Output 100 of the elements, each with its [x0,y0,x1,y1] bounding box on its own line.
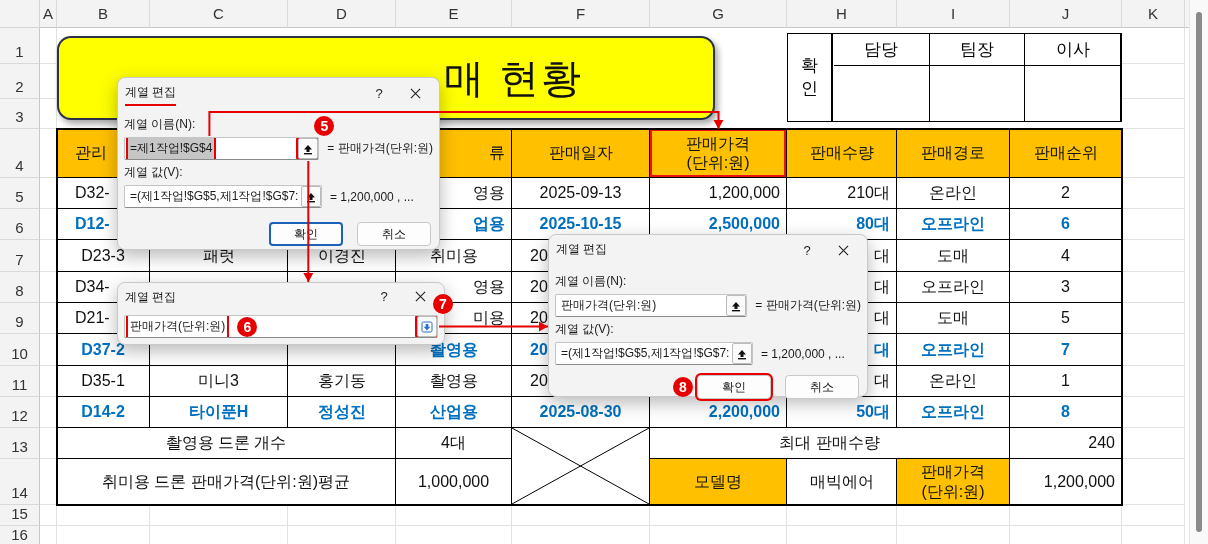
table-cell: D14-2 [57,397,150,428]
table-cell: 산업용 [396,397,512,428]
collapse-button[interactable] [301,186,321,207]
input-field[interactable]: =제1작업!$G$4 [124,137,320,160]
row-header[interactable]: 7 [0,240,40,272]
sheet-cell[interactable] [1122,366,1185,397]
table-cell: 2,200,000 [650,397,787,428]
column-header[interactable]: F [512,0,650,28]
sheet-cell[interactable] [1122,505,1185,526]
table-cell: 4대 [396,428,512,459]
column-header[interactable]: J [1010,0,1122,28]
input-field[interactable]: 판매가격(단위:원) [555,294,748,317]
column-header[interactable]: H [787,0,897,28]
table-cell: 판매가격 (단위:원) [897,459,1010,505]
sheet-cell[interactable] [787,505,897,526]
expand-button[interactable] [417,316,437,337]
column-header[interactable]: B [57,0,150,28]
sheet-cell[interactable] [1122,334,1185,366]
approval-label: 확인 [788,34,833,121]
sheet-cell[interactable] [1122,240,1185,272]
row-header[interactable]: 8 [0,272,40,303]
row-header[interactable]: 2 [0,64,40,99]
row-header[interactable]: 16 [0,526,40,544]
sheet-cell[interactable] [1122,303,1185,334]
dialog-title: 계열 편집 [556,241,609,258]
row-header[interactable]: 12 [0,397,40,428]
table-cell: 온라인 [897,366,1010,397]
sheet-cell[interactable] [150,505,288,526]
sheet-cell[interactable] [897,505,1010,526]
table-cell: 온라인 [897,178,1010,209]
row-header[interactable]: 15 [0,505,40,526]
column-header[interactable]: K [1122,0,1185,28]
collapse-button[interactable] [732,343,752,364]
sheet-cell[interactable] [1122,272,1185,303]
dialog-button[interactable]: 취소 [357,222,431,246]
table-cell: 촬영용 [396,366,512,397]
column-header[interactable]: A [40,0,57,28]
approval-role: 담당 [834,34,930,66]
row-header[interactable]: 11 [0,366,40,397]
sheet-cell[interactable] [1122,209,1185,240]
sheet-cell[interactable] [57,505,150,526]
collapse-button[interactable] [726,295,747,316]
sheet-cell[interactable] [40,505,57,526]
row-header[interactable]: 13 [0,428,40,459]
dialog-button[interactable]: 확인 [697,375,771,399]
sheet-cell[interactable] [650,505,787,526]
sheet-cell[interactable] [288,505,396,526]
sheet-cell[interactable] [512,505,650,526]
column-heading: 판매일자 [512,129,650,178]
sheet-cell[interactable] [1010,505,1122,526]
column-header[interactable]: E [396,0,512,28]
sheet-cell[interactable] [396,505,512,526]
row-header[interactable]: 9 [0,303,40,334]
table-cell: 오프라인 [897,334,1010,366]
sheet-cell[interactable] [1122,129,1185,178]
sheet-cell[interactable] [1122,397,1185,428]
table-cell: 오프라인 [897,209,1010,240]
sheet-cell[interactable] [1122,178,1185,209]
field-label: 계열 이름(N): [555,274,627,288]
table-cell: D35-1 [57,366,150,397]
dialog-title: 계열 편집 [125,82,177,106]
help-button[interactable]: ? [359,85,399,101]
dialog-button[interactable]: 취소 [785,375,859,399]
table-cell: 모델명 [650,459,787,505]
table-cell: 도매 [897,240,1010,272]
column-header[interactable]: I [897,0,1010,28]
table-cell: 오프라인 [897,397,1010,428]
table-cell: 촬영용 드론 개수 [57,428,396,459]
table-cell: 미니3 [150,366,288,397]
table-cell: 1,200,000 [650,178,787,209]
collapse-button[interactable] [298,138,319,159]
table-cell: 2025-09-13 [512,178,650,209]
row-header[interactable]: 4 [0,129,40,178]
row-header[interactable]: 6 [0,209,40,240]
select-all-corner[interactable] [0,0,40,28]
column-header[interactable]: D [288,0,396,28]
row-header[interactable]: 3 [0,99,40,129]
scrollbar[interactable] [1189,0,1208,544]
table-cell: 정성진 [288,397,396,428]
row-header[interactable]: 5 [0,178,40,209]
input-field[interactable]: =(제1작업!$G$5,제1작업!$G$7: [555,342,753,365]
table-cell: 도매 [897,303,1010,334]
table-cell: 타이푼H [150,397,288,428]
field-label: 계열 이름(N): [124,117,196,131]
column-header[interactable]: G [650,0,787,28]
input-field[interactable]: =(제1작업!$G$5,제1작업!$G$7: [124,185,322,208]
sheet-cell[interactable] [1122,428,1185,459]
row-header[interactable]: 1 [0,28,40,64]
field-label: 계열 값(V): [555,322,614,336]
column-heading: 판매경로 [897,129,1010,178]
row-header[interactable]: 14 [0,459,40,505]
help-button[interactable]: ? [787,242,827,258]
table-cell: 2025-08-30 [512,397,650,428]
table-cell: 50대 [787,397,897,428]
column-header[interactable]: C [150,0,288,28]
row-header[interactable]: 10 [0,334,40,366]
approval-role: 이사 [1025,34,1121,66]
close-icon [409,87,421,99]
column-heading: 판매가격 (단위:원) [650,129,787,178]
sheet-cell[interactable] [1122,459,1185,505]
